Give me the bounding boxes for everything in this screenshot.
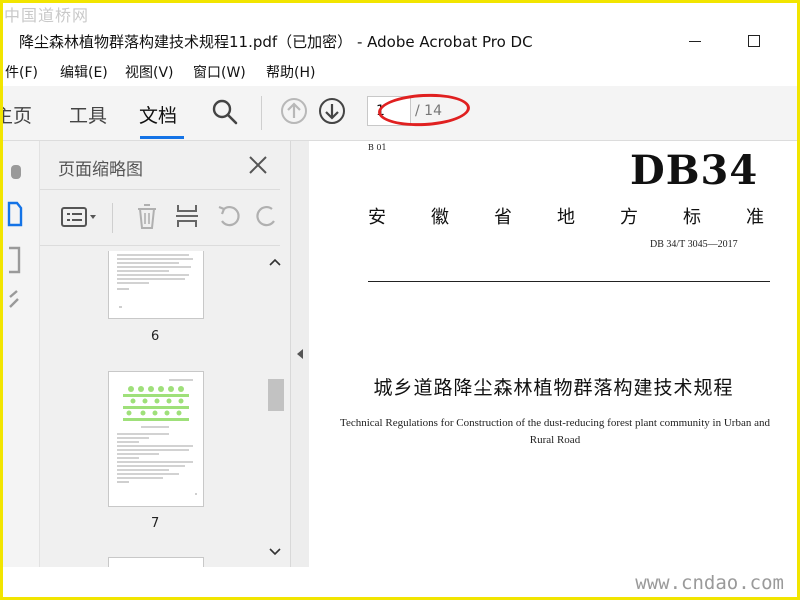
tab-tools[interactable]: 工具 — [69, 101, 107, 128]
menu-view[interactable]: 视图(V) — [125, 62, 174, 82]
watermark-top: 中国道桥网 — [4, 6, 90, 25]
province-char: 省 — [494, 207, 512, 228]
tab-home[interactable]: 主页 — [0, 101, 32, 128]
thumbnail-content — [117, 254, 193, 308]
rotate-left-icon[interactable] — [216, 203, 242, 229]
header-rule — [368, 281, 770, 282]
document-view[interactable]: B 01 DB34 安 徽 省 地 方 标 准 DB 34/T 3045—201… — [310, 141, 797, 567]
province-char: 徽 — [431, 207, 449, 228]
scroll-up-icon[interactable] — [268, 257, 282, 267]
title-bar: 降尘森林植物群落构建技术规程11.pdf（已加密） - Adobe Acroba… — [3, 3, 797, 55]
menu-help[interactable]: 帮助(H) — [266, 62, 315, 82]
standard-number: DB 34/T 3045—2017 — [650, 239, 738, 250]
previous-page-icon[interactable] — [280, 97, 308, 125]
maximize-icon[interactable] — [748, 35, 760, 47]
menu-edit[interactable]: 编辑(E) — [60, 62, 108, 82]
next-page-icon[interactable] — [318, 97, 346, 125]
thumbnail-label: 6 — [151, 329, 160, 344]
delete-icon[interactable] — [134, 201, 160, 231]
page-thumbnail-6[interactable] — [108, 251, 204, 319]
menu-file[interactable]: 件(F) — [5, 62, 38, 82]
panel-collapse-bar[interactable] — [291, 141, 309, 567]
thumbnail-toolbar — [40, 193, 280, 243]
province-char: 标 — [683, 207, 701, 228]
scroll-down-icon[interactable] — [268, 547, 282, 557]
panel-divider — [40, 189, 280, 190]
scroll-thumb[interactable] — [268, 379, 284, 411]
options-menu-icon[interactable] — [60, 205, 100, 229]
document-title-en: Technical Regulations for Construction o… — [340, 417, 770, 446]
thumbnail-scrollbar[interactable] — [266, 249, 284, 565]
attachment-icon[interactable] — [9, 157, 27, 183]
minimize-icon[interactable] — [689, 41, 701, 42]
province-char: 方 — [620, 207, 638, 228]
province-char: 安 — [368, 207, 386, 228]
classification-code: B 01 — [368, 143, 387, 152]
link-icon[interactable] — [7, 287, 27, 317]
watermark-bottom: www.cndao.com — [635, 572, 784, 594]
tab-document[interactable]: 文档 — [139, 101, 177, 128]
extract-pages-icon[interactable] — [174, 201, 200, 231]
search-icon[interactable] — [211, 98, 239, 126]
thumbnail-label: 7 — [151, 516, 160, 531]
close-icon[interactable] — [248, 155, 268, 175]
toolbar-separator — [261, 96, 262, 130]
thumbnail-toolbar-separator — [112, 203, 113, 233]
province-char: 准 — [746, 207, 764, 228]
collapse-arrow-icon[interactable] — [296, 348, 304, 360]
standard-prefix: DB34 — [630, 147, 759, 194]
page-thumbnail-7[interactable] — [108, 371, 204, 507]
province-char: 地 — [557, 207, 575, 228]
bookmarks-icon[interactable] — [7, 245, 27, 275]
page-thumbnails-panel: 页面缩略图 6 7 — [40, 141, 291, 569]
menu-bar: 件(F) 编辑(E) 视图(V) 窗口(W) 帮助(H) — [3, 57, 797, 83]
document-title-cn: 城乡道路降尘森林植物群落构建技术规程 — [373, 377, 734, 399]
panel-divider — [40, 245, 280, 246]
window-title: 降尘森林植物群落构建技术规程11.pdf（已加密） - Adobe Acroba… — [19, 33, 533, 51]
panel-title: 页面缩略图 — [58, 160, 143, 180]
menu-window[interactable]: 窗口(W) — [193, 62, 246, 82]
page-thumbnails-icon[interactable] — [7, 199, 27, 229]
rotate-right-icon[interactable] — [256, 203, 280, 229]
thumbnail-content — [117, 379, 197, 495]
active-tab-indicator — [140, 136, 184, 139]
province-standard-heading: 安 徽 省 地 方 标 准 — [368, 203, 764, 229]
left-tool-strip — [3, 141, 40, 567]
